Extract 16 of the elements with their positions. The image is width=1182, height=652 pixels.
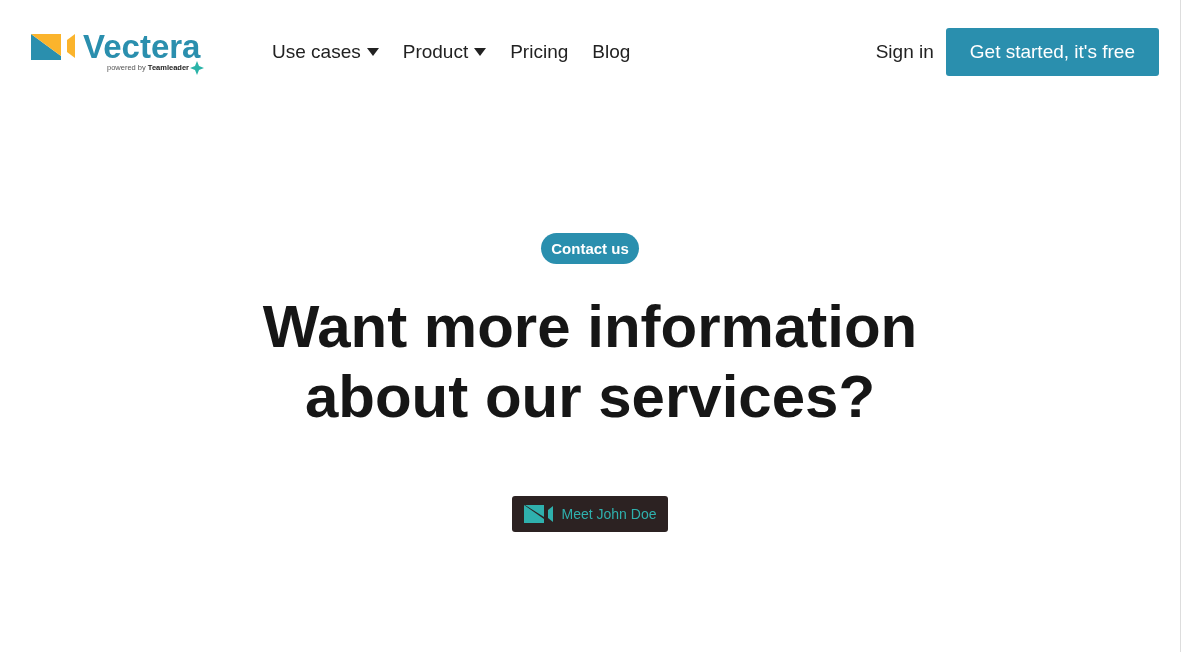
contact-badge: Contact us (541, 233, 639, 264)
caret-icon (366, 48, 379, 56)
star-icon (190, 60, 204, 75)
nav-link[interactable]: Use cases (272, 41, 379, 63)
get-started-button[interactable]: Get started, it's free (945, 28, 1159, 76)
logo-icon (31, 32, 77, 60)
caret-icon (474, 48, 487, 56)
logo-wordmark[interactable]: Vectera (83, 29, 201, 63)
logo-icon (523, 505, 554, 523)
hero-heading: about our services? (304, 362, 876, 432)
nav-link[interactable]: Product (402, 41, 487, 63)
hero-heading: Want more information (262, 292, 918, 362)
meet-button[interactable]: Meet John Doe (511, 496, 669, 532)
sign-in-link[interactable]: Sign in (875, 41, 934, 63)
nav-link[interactable]: Pricing (510, 41, 569, 63)
nav-link[interactable]: Blog (592, 41, 631, 63)
